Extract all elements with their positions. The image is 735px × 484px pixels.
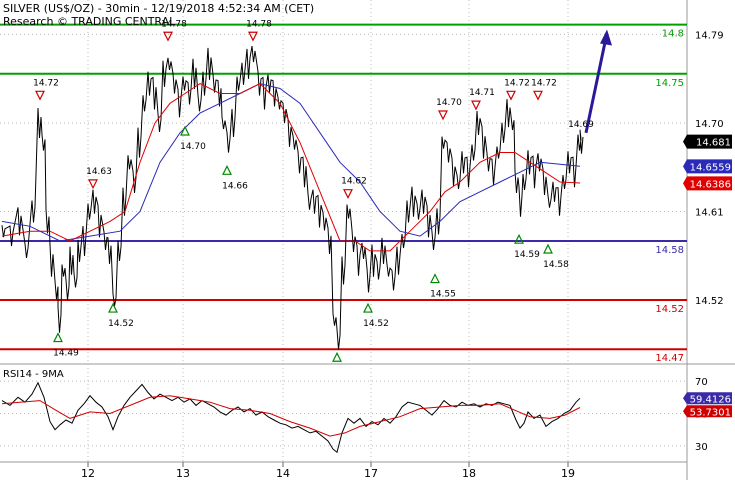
marker-label: 14.71 xyxy=(469,88,495,98)
price-tick-label: 14.70 xyxy=(695,119,724,130)
marker-label: 14.70 xyxy=(180,142,206,152)
chart-svg: 14.8 14.75 14.58 14.52 14.47 14.72 14.49 14.63… xyxy=(0,0,735,480)
value-badge-label: 14.6559 xyxy=(690,162,731,173)
marker-label: 14.52 xyxy=(108,319,134,329)
chart-title: SILVER (US$/OZ) - 30min - 12/19/2018 4:5… xyxy=(3,2,314,15)
value-badge-label: 14.6386 xyxy=(690,179,731,190)
marker-label: 14.66 xyxy=(222,181,248,191)
level-label: 14.47 xyxy=(655,353,684,364)
price-tick-label: 14.61 xyxy=(695,208,724,219)
rsi-title: RSI14 - 9MA xyxy=(3,369,64,380)
rsi-badge-label: 59.4126 xyxy=(690,394,731,405)
rsi-badge-label: 53.7301 xyxy=(690,407,731,418)
marker-label: 14.72 xyxy=(33,78,59,88)
time-tick-label: 12 xyxy=(81,467,95,480)
chart-source: Research © TRADING CENTRAL xyxy=(3,15,176,28)
level-label: 14.58 xyxy=(655,245,684,256)
marker-label: 14.69 xyxy=(568,120,594,130)
time-tick-label: 17 xyxy=(364,467,378,480)
rsi-tick-label: 70 xyxy=(695,377,708,388)
marker-label: 14.72 xyxy=(531,78,557,88)
marker-label: 14.72 xyxy=(504,78,530,88)
level-label: 14.8 xyxy=(662,29,684,40)
time-tick-label: 19 xyxy=(561,467,575,480)
marker-label: 14.62 xyxy=(341,177,367,187)
level-label: 14.52 xyxy=(655,304,684,315)
marker-label: 14.49 xyxy=(53,349,79,359)
price-tick-label: 14.79 xyxy=(695,30,724,41)
marker-label: 14.78 xyxy=(246,19,272,29)
marker-label: 14.59 xyxy=(514,250,540,260)
marker-label: 14.55 xyxy=(430,290,456,300)
time-tick-label: 13 xyxy=(176,467,190,480)
price-tick-label: 14.52 xyxy=(695,296,724,307)
time-tick-label: 18 xyxy=(462,467,476,480)
level-label: 14.75 xyxy=(655,78,684,89)
time-tick-label: 14 xyxy=(276,467,290,480)
value-badge-label: 14.681 xyxy=(696,138,731,149)
chart-container: 14.8 14.75 14.58 14.52 14.47 14.72 14.49 14.63… xyxy=(0,0,735,480)
marker-label: 14.58 xyxy=(543,260,569,270)
background xyxy=(0,0,735,480)
marker-label: 14.52 xyxy=(363,319,389,329)
marker-label: 14.63 xyxy=(86,167,112,177)
marker-label: 14.70 xyxy=(436,98,462,108)
rsi-tick-label: 30 xyxy=(695,442,708,453)
